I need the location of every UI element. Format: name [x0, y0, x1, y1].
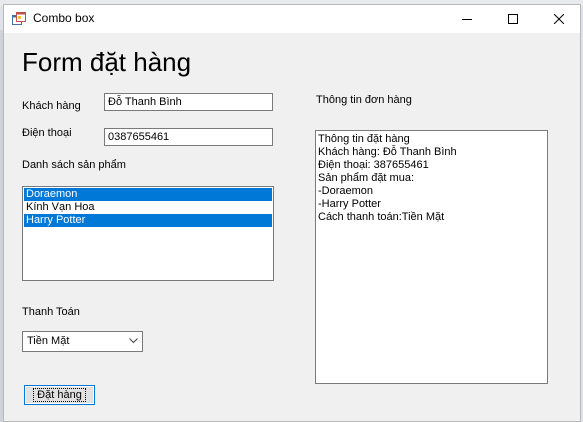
order-info-label: Thông tin đơn hàng	[316, 94, 412, 106]
minimize-button[interactable]	[444, 5, 490, 33]
products-label: Danh sách sản phẩm	[22, 159, 126, 171]
order-info-line: Sản phẩm đặt mua:	[318, 172, 415, 184]
minimize-icon	[462, 19, 472, 20]
combo-box-window: Combo box Form đặt hàng Khách hàng Đỗ Th…	[3, 4, 581, 422]
products-listbox[interactable]: Doraemon Kính Vạn Hoa Harry Potter	[22, 186, 274, 281]
maximize-button[interactable]	[490, 5, 536, 33]
payment-selected-value: Tiền Mặt	[27, 335, 70, 347]
order-info-line: -Doraemon	[318, 185, 374, 197]
payment-label: Thanh Toán	[22, 306, 80, 318]
title-bar[interactable]: Combo box	[4, 5, 580, 33]
payment-combobox[interactable]: Tiền Mặt	[22, 331, 143, 352]
customer-label: Khách hàng	[22, 100, 81, 112]
window-title: Combo box	[33, 11, 95, 25]
phone-label: Điện thoại	[22, 127, 72, 139]
close-icon	[554, 14, 564, 24]
order-info-line: Khách hàng: Đỗ Thanh Bình	[318, 146, 457, 158]
order-info-line: Điện thoại: 387655461	[318, 159, 429, 171]
app-icon	[12, 12, 26, 25]
close-button[interactable]	[536, 5, 582, 33]
order-info-line: Cách thanh toán:Tiền Mặt	[318, 211, 445, 223]
list-item[interactable]: Kính Vạn Hoa	[24, 201, 272, 214]
phone-input[interactable]: 0387655461	[104, 128, 273, 146]
customer-input[interactable]: Đỗ Thanh Bình	[104, 93, 273, 111]
page-title: Form đặt hàng	[22, 47, 192, 77]
order-info-textarea[interactable]: Thông tin đặt hàng Khách hàng: Đỗ Thanh …	[315, 130, 548, 384]
order-button-label: Đặt hàng	[33, 388, 86, 402]
order-button[interactable]: Đặt hàng	[24, 385, 95, 405]
list-item[interactable]: Harry Potter	[24, 214, 272, 227]
order-info-line: -Harry Potter	[318, 198, 381, 210]
chevron-down-icon	[129, 338, 138, 344]
order-info-line: Thông tin đặt hàng	[318, 133, 410, 145]
list-item[interactable]: Doraemon	[24, 188, 272, 201]
maximize-icon	[508, 14, 518, 24]
